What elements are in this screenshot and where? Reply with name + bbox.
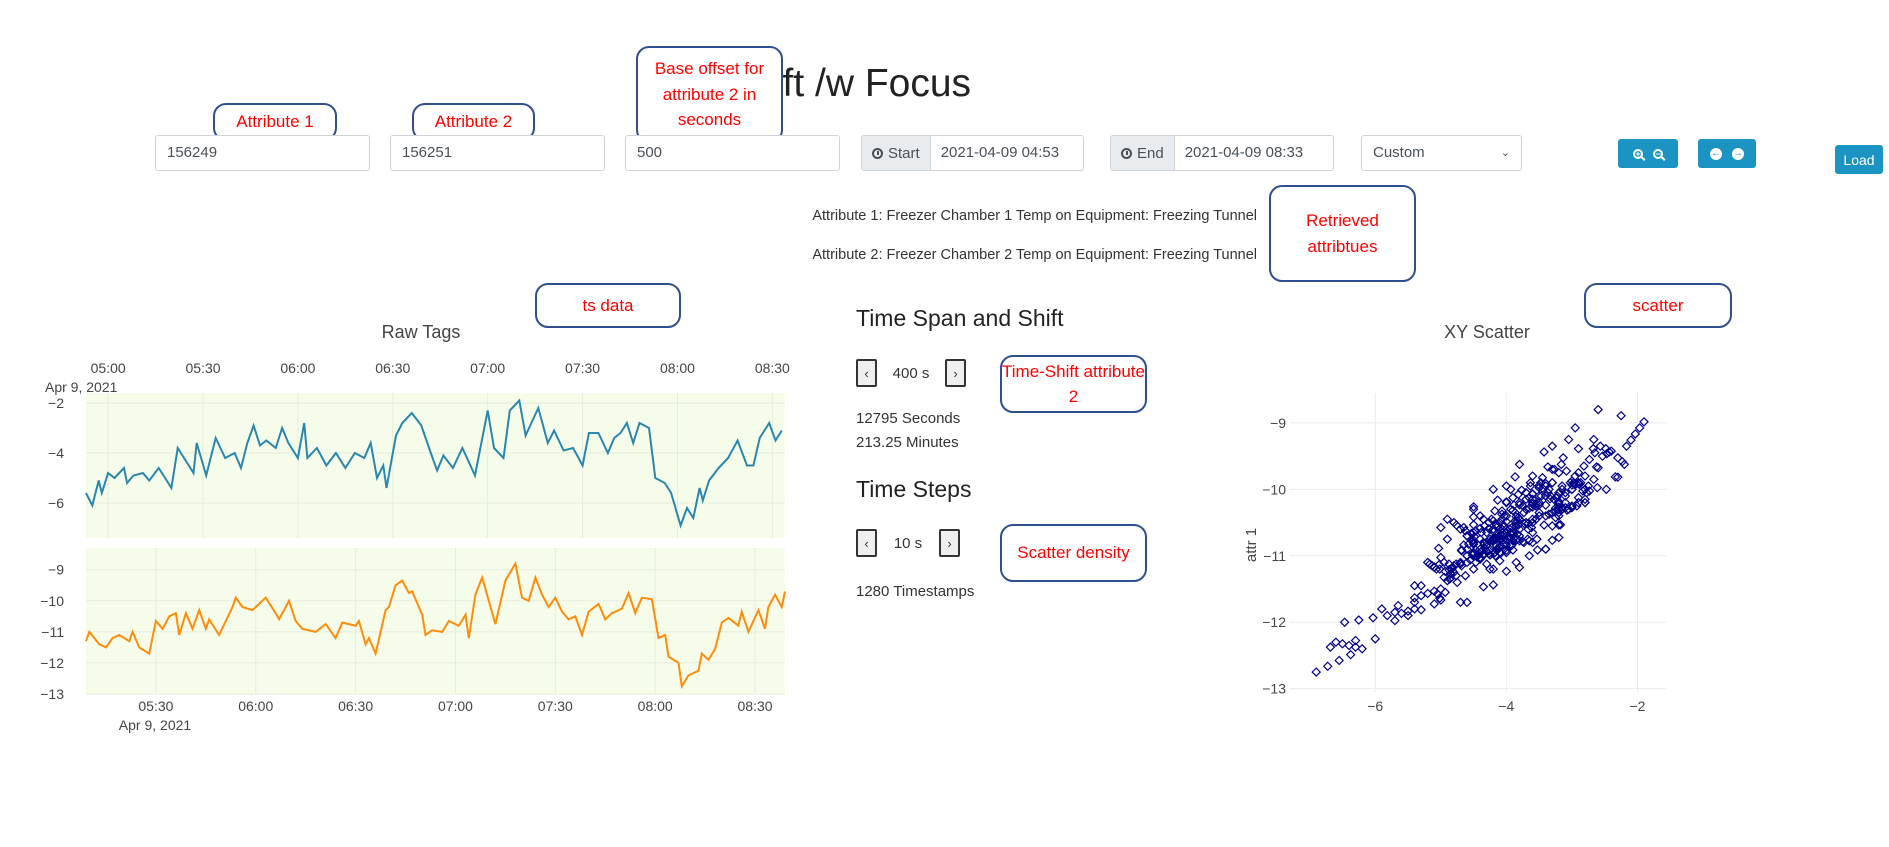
x-tick-label: 08:00 [638, 698, 673, 714]
y-tick-label: −9 [1270, 415, 1286, 431]
annotation-scatter: scatter [1584, 283, 1732, 328]
xy-scatter-chart: −6 −4 −2 −9 −10 −11 −12 −13 [1262, 393, 1667, 714]
scatter-point [1532, 534, 1542, 545]
scatter-point [1452, 577, 1463, 588]
y-tick-label: −11 [1263, 548, 1286, 564]
scatter-point [1593, 404, 1604, 415]
scatter-point [1334, 655, 1345, 666]
x-tick-label: 08:30 [755, 360, 790, 376]
scatter-point [1337, 638, 1348, 649]
x-tick-label: 06:00 [238, 698, 273, 714]
x-tick-label: 07:00 [438, 698, 473, 714]
scatter-point [1540, 544, 1551, 554]
scatter-point [1634, 423, 1645, 433]
scatter-point [1510, 472, 1520, 482]
scatter-point [1451, 520, 1462, 530]
annotation-ts-data: ts data [535, 283, 681, 328]
x-tick-label: 06:30 [338, 698, 373, 714]
x-tick-label: 07:30 [538, 698, 573, 714]
x-tick-label: 07:00 [470, 360, 505, 376]
scatter-point [1442, 534, 1453, 545]
x-date-label-top: Apr 9, 2021 [45, 379, 118, 395]
x-tick-label: 06:30 [375, 360, 410, 376]
scatter-point [1532, 545, 1543, 555]
scatter-point [1460, 570, 1471, 581]
x-tick-label: −2 [1630, 698, 1646, 714]
scatter-point [1539, 520, 1549, 530]
scatter-point [1616, 410, 1626, 421]
scatter-point [1621, 441, 1632, 452]
scatter-point [1376, 604, 1387, 614]
y-tick-label: −12 [40, 655, 64, 671]
scatter-point [1639, 416, 1649, 427]
scatter-point [1435, 552, 1446, 563]
scatter-point [1435, 522, 1446, 533]
scatter-point [1311, 667, 1322, 677]
scatter-point [1514, 459, 1525, 470]
scatter-point [1573, 492, 1584, 503]
scatter-point [1626, 435, 1636, 445]
scatter-point [1588, 434, 1599, 445]
scatter-point [1561, 466, 1572, 476]
scatter-point [1573, 443, 1584, 454]
scatter-point [1440, 587, 1451, 598]
scatter-point [1540, 544, 1551, 554]
scatter-point [1344, 640, 1354, 651]
x-tick-label: 05:30 [186, 360, 221, 376]
scatter-point [1353, 615, 1364, 625]
scatter-point [1547, 441, 1558, 452]
raw-tags-chart: 05:00 05:30 06:00 06:30 07:00 07:30 08:00 08:30… [40, 360, 790, 733]
scatter-point [1468, 501, 1479, 512]
scatter-point [1382, 610, 1393, 621]
y-tick-label: −13 [1262, 681, 1286, 697]
scatter-ylabel: attr 1 [1243, 528, 1260, 562]
x-tick-label: 05:30 [138, 698, 173, 714]
scatter-point [1592, 482, 1603, 493]
charts-svg: Raw Tags XY Scatter attr 1 05:00 05:30 06:… [40, 322, 1667, 733]
y-tick-label: −9 [48, 562, 64, 578]
scatter-point [1468, 504, 1479, 515]
scatter-point [1368, 612, 1378, 623]
x-tick-label: 06:00 [280, 360, 315, 376]
scatter-point [1511, 557, 1522, 568]
scatter-title: XY Scatter [1444, 322, 1530, 342]
y-tick-label: −13 [40, 686, 64, 702]
scatter-point [1514, 562, 1525, 573]
y-tick-label: −12 [1262, 614, 1286, 630]
scatter-point [1588, 474, 1599, 485]
x-date-label-bottom: Apr 9, 2021 [119, 717, 192, 733]
x-tick-label: 07:30 [565, 360, 600, 376]
scatter-point [1630, 429, 1641, 439]
scatter-point [1579, 461, 1589, 471]
x-tick-label: −6 [1367, 698, 1383, 714]
x-tick-label: −4 [1498, 698, 1514, 714]
scatter-point [1345, 649, 1356, 660]
scatter-point [1390, 615, 1400, 626]
scatter-point [1590, 447, 1600, 458]
y-tick-label: −2 [48, 395, 64, 411]
scatter-point [1488, 580, 1499, 590]
scatter-point [1563, 434, 1574, 445]
scatter-point [1357, 643, 1367, 654]
scatter-point [1433, 543, 1444, 554]
x-tick-label: 05:00 [91, 360, 126, 376]
x-tick-label: 08:00 [660, 360, 695, 376]
y-tick-label: −6 [48, 495, 64, 511]
scatter-point [1322, 661, 1333, 672]
y-tick-label: −11 [41, 624, 64, 640]
scatter-point [1539, 447, 1549, 457]
raw-tags-title: Raw Tags [382, 322, 461, 342]
x-tick-label: 08:30 [738, 698, 773, 714]
y-tick-label: −4 [48, 445, 64, 461]
y-tick-label: −10 [40, 593, 64, 609]
scatter-point [1481, 559, 1492, 569]
scatter-point [1584, 454, 1595, 465]
scatter-point [1478, 581, 1489, 592]
scatter-point [1612, 452, 1623, 463]
scatter-point [1468, 512, 1479, 522]
scatter-point [1492, 495, 1503, 505]
y-tick-label: −10 [1262, 481, 1286, 497]
scatter-point [1570, 423, 1581, 433]
